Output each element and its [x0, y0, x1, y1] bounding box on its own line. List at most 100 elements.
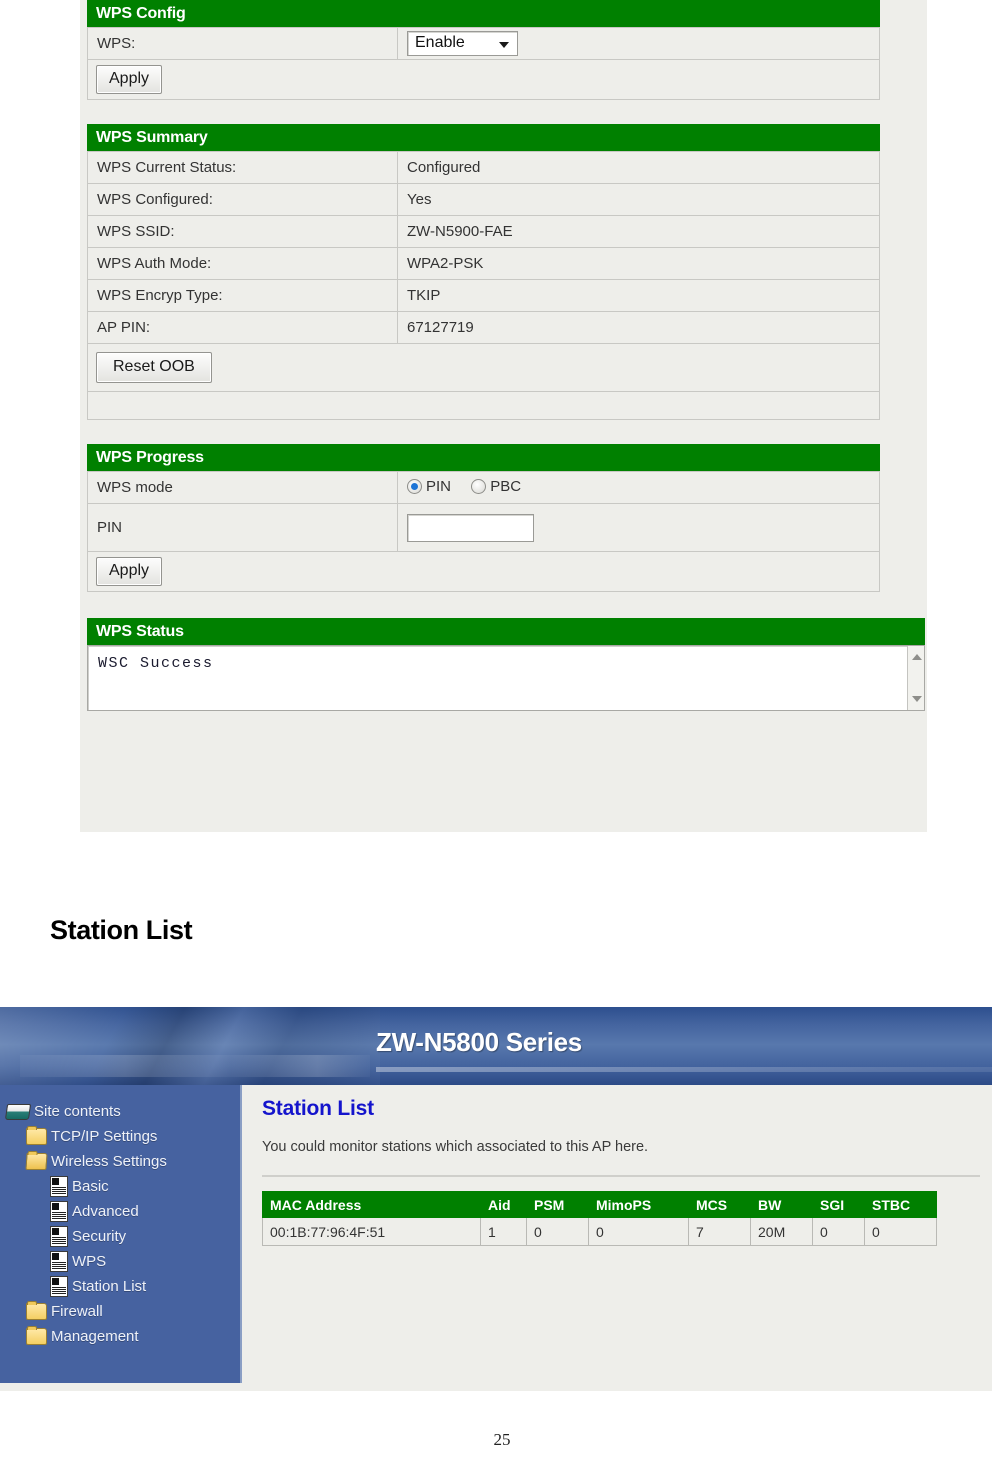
sidebar-item-label: Wireless Settings [51, 1153, 167, 1170]
column-header-mimops: MimoPS [588, 1191, 689, 1218]
wps-mode-pin-radio[interactable]: PIN [407, 478, 467, 495]
page-body: Site contents TCP/IP Settings Wireless S… [0, 1085, 992, 1391]
wps-encryp-type-value: TKIP [397, 279, 880, 312]
wps-mode-label: WPS mode [87, 471, 398, 504]
wps-mode-cell: PIN PBC [397, 471, 880, 504]
cell-aid: 1 [480, 1217, 527, 1246]
folder-icon [26, 1326, 47, 1345]
wps-enable-select[interactable]: Enable [407, 31, 518, 56]
wps-config-header: WPS Config [87, 0, 880, 27]
sidebar-item-firewall[interactable]: Firewall [6, 1299, 240, 1324]
cell-psm: 0 [526, 1217, 589, 1246]
ap-pin-value: 67127719 [397, 311, 880, 344]
page-number: 25 [493, 1430, 511, 1449]
sidebar-item-label: TCP/IP Settings [51, 1128, 158, 1145]
wps-status-group: WPS Status WSC Success [87, 618, 925, 711]
reset-oob-button[interactable]: Reset OOB [96, 352, 212, 383]
column-header-sgi: SGI [812, 1191, 865, 1218]
table-row: WPS mode PIN PBC [87, 471, 880, 504]
station-list-page-screenshot: ZW-N5800 Series Site contents TCP/IP Set… [0, 1007, 992, 1391]
column-header-stbc: STBC [864, 1191, 937, 1218]
scroll-up-arrow-icon[interactable] [912, 654, 922, 660]
sidebar-nav: Site contents TCP/IP Settings Wireless S… [0, 1085, 242, 1383]
page-title: Station List [262, 1097, 374, 1120]
wps-status-scrollbar[interactable] [907, 646, 924, 710]
wps-summary-actions: Reset OOB [87, 343, 880, 392]
banner-underline [376, 1067, 992, 1072]
wps-summary-header: WPS Summary [87, 124, 880, 151]
wps-mode-pbc-radio[interactable]: PBC [471, 478, 537, 495]
cell-bw: 20M [750, 1217, 813, 1246]
wps-config-apply-button[interactable]: Apply [96, 65, 163, 94]
sidebar-item-site-contents[interactable]: Site contents [4, 1099, 240, 1124]
column-header-mcs: MCS [688, 1191, 751, 1218]
wps-summary-group: WPS Summary WPS Current Status: Configur… [87, 124, 880, 420]
folder-open-icon [25, 1153, 48, 1170]
radio-selected-icon [407, 478, 422, 494]
column-header-mac-address: MAC Address [262, 1191, 481, 1218]
sidebar-item-tcp-ip-settings[interactable]: TCP/IP Settings [6, 1124, 240, 1149]
sidebar-item-station-list[interactable]: Station List [6, 1274, 240, 1299]
wps-enable-label: WPS: [87, 27, 398, 60]
sidebar-item-advanced[interactable]: Advanced [6, 1199, 240, 1224]
wps-status-textarea[interactable]: WSC Success [87, 645, 925, 711]
wps-auth-mode-value: WPA2-PSK [397, 247, 880, 280]
sidebar-item-label: Firewall [51, 1303, 103, 1320]
sidebar-item-wireless-settings[interactable]: Wireless Settings [6, 1149, 240, 1174]
sidebar-item-label: Management [51, 1328, 139, 1345]
main-content: Station List You could monitor stations … [250, 1085, 992, 1383]
wps-config-table: WPS: Enable Apply [87, 27, 880, 100]
cell-mcs: 7 [688, 1217, 751, 1246]
wps-progress-table: WPS mode PIN PBC PIN Apply [87, 471, 880, 592]
wps-mode-pin-label: PIN [426, 477, 452, 495]
divider [262, 1175, 980, 1177]
sidebar-item-label: Security [72, 1228, 127, 1245]
wps-summary-filler [87, 391, 880, 420]
table-row: WPS Configured: Yes [87, 183, 880, 216]
table-row: WPS Auth Mode: WPA2-PSK [87, 247, 880, 280]
banner-highlight-graphic [20, 1055, 370, 1077]
table-row: WPS Current Status: Configured [87, 151, 880, 184]
sidebar-item-label: Station List [72, 1278, 147, 1295]
sidebar-item-management[interactable]: Management [6, 1324, 240, 1349]
radio-unselected-icon [471, 478, 487, 494]
wps-progress-group: WPS Progress WPS mode PIN PBC PIN Apply [87, 444, 880, 592]
cell-mac-address: 00:1B:77:96:4F:51 [262, 1217, 481, 1246]
sidebar-item-security[interactable]: Security [6, 1224, 240, 1249]
column-header-aid: Aid [480, 1191, 527, 1218]
ap-pin-label: AP PIN: [87, 311, 398, 344]
sidebar-item-label: WPS [72, 1253, 107, 1270]
wps-mode-pbc-label: PBC [490, 477, 522, 495]
table-row: Reset OOB [87, 343, 880, 392]
wps-page-screenshot: WPS Config WPS: Enable Apply WPS Summary… [80, 0, 927, 832]
scroll-down-arrow-icon[interactable] [912, 696, 922, 702]
pin-label: PIN [87, 503, 398, 552]
wps-enable-value: Enable [415, 34, 465, 51]
page-icon [50, 1176, 68, 1197]
station-table: MAC Address Aid PSM MimoPS MCS BW SGI ST… [262, 1191, 937, 1246]
page-icon [50, 1226, 68, 1247]
page-icon [50, 1251, 68, 1272]
table-row: 00:1B:77:96:4F:51 1 0 0 7 20M 0 0 [262, 1217, 937, 1246]
product-title: ZW-N5800 Series [376, 1027, 582, 1057]
table-header-row: MAC Address Aid PSM MimoPS MCS BW SGI ST… [262, 1191, 937, 1218]
wps-ssid-label: WPS SSID: [87, 215, 398, 248]
wps-status-header: WPS Status [87, 618, 925, 645]
table-row: AP PIN: 67127719 [87, 311, 880, 344]
pin-input[interactable] [407, 513, 534, 542]
cell-sgi: 0 [812, 1217, 865, 1246]
sidebar-item-label: Advanced [72, 1203, 139, 1220]
wps-auth-mode-label: WPS Auth Mode: [87, 247, 398, 280]
wps-progress-apply-button[interactable]: Apply [96, 557, 163, 586]
folder-icon [26, 1126, 47, 1145]
sidebar-item-wps[interactable]: WPS [6, 1249, 240, 1274]
wps-ssid-value: ZW-N5900-FAE [397, 215, 880, 248]
wps-progress-header: WPS Progress [87, 444, 880, 471]
table-row: WPS SSID: ZW-N5900-FAE [87, 215, 880, 248]
wps-configured-label: WPS Configured: [87, 183, 398, 216]
sidebar-item-basic[interactable]: Basic [6, 1174, 240, 1199]
cell-mimops: 0 [588, 1217, 689, 1246]
product-banner: ZW-N5800 Series [0, 1007, 992, 1085]
